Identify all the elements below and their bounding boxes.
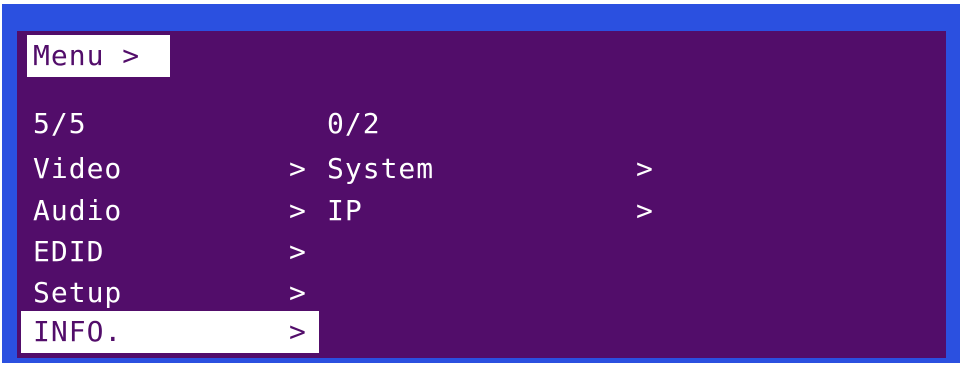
chevron-right-icon: > <box>289 235 306 268</box>
menu-item-label: EDID <box>33 235 105 268</box>
menu-item-label: Video <box>33 152 123 185</box>
chevron-right-icon: > <box>289 152 306 185</box>
menu-item-label: INFO. <box>33 315 123 348</box>
left-page-counter: 5/5 <box>33 107 87 140</box>
menu-breadcrumb: Menu > <box>27 35 170 77</box>
chevron-right-icon: > <box>636 152 653 185</box>
menu-title: Menu > <box>33 39 141 72</box>
chevron-right-icon: > <box>636 194 653 227</box>
menu-item-label: Audio <box>33 194 123 227</box>
chevron-right-icon: > <box>289 194 306 227</box>
chevron-right-icon: > <box>289 276 306 309</box>
osd-screen: Menu > 5/5 0/2 Video > Audio > EDID > Se… <box>0 0 967 369</box>
osd-menu-panel <box>17 31 946 358</box>
submenu-item-label: System <box>327 152 435 185</box>
chevron-right-icon: > <box>289 315 306 348</box>
menu-item-info-selected[interactable]: INFO. > <box>21 311 319 353</box>
right-page-counter: 0/2 <box>327 107 381 140</box>
submenu-item-label: IP <box>327 194 363 227</box>
menu-item-label: Setup <box>33 276 123 309</box>
